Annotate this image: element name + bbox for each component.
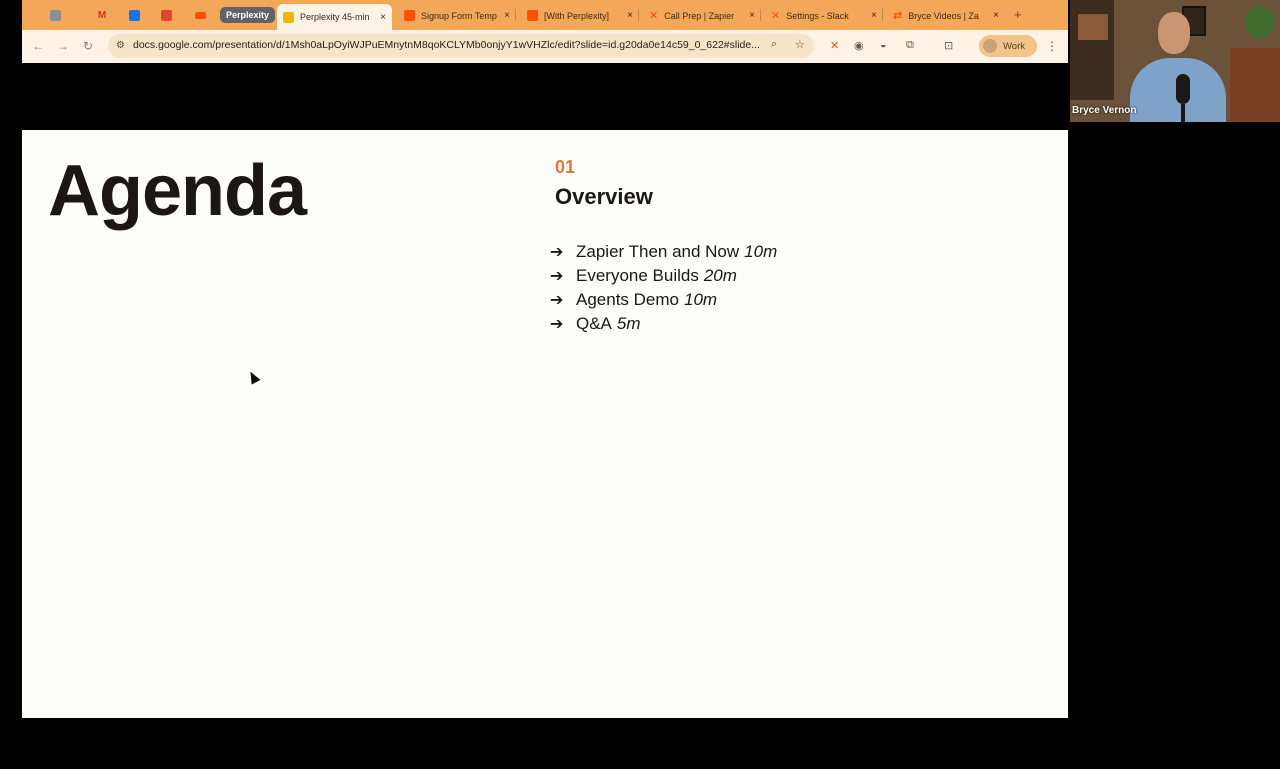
webcam-person-head <box>1158 12 1190 54</box>
zapier-interfaces-icon <box>404 10 415 21</box>
zapier-x-icon: ✕ <box>771 10 781 22</box>
close-tab-icon[interactable]: × <box>504 10 510 21</box>
tab-call-prep[interactable]: ✕ Call Prep | Zapier × <box>649 6 755 25</box>
tab-label: Bryce Videos | Za <box>908 10 979 21</box>
microphone-stand <box>1181 104 1185 122</box>
tab-search-icon[interactable]: ⊡ <box>944 39 953 52</box>
agenda-item-duration: 10m <box>744 242 778 261</box>
tab-separator <box>760 9 761 21</box>
browser-window: M Perplexity Perplexity 45-min × Signup … <box>22 0 1068 63</box>
zapier-icon <box>194 12 206 19</box>
agenda-item-label: Q&A <box>576 314 612 333</box>
slides-icon <box>283 11 294 23</box>
profile-label: Work <box>1003 40 1025 52</box>
tab-strip: M Perplexity Perplexity 45-min × Signup … <box>22 0 1068 30</box>
participant-name: Bryce Vernon <box>1072 105 1137 116</box>
agenda-list: ➔ Zapier Then and Now 10m ➔ Everyone Bui… <box>550 240 777 336</box>
section-number: 01 <box>555 157 576 177</box>
tab-label: Settings - Slack <box>786 10 849 21</box>
agenda-item: ➔ Q&A 5m <box>550 312 777 336</box>
agenda-item-duration: 20m <box>703 266 737 285</box>
tab-signup-form[interactable]: Signup Form Temp × <box>404 6 510 25</box>
extension-icon[interactable]: ◒ <box>880 39 887 51</box>
agenda-item-label: Zapier Then and Now <box>576 242 740 261</box>
close-tab-icon[interactable]: × <box>380 12 386 23</box>
zapier-extension-icon[interactable]: ✕ <box>830 39 839 52</box>
webcam-plant <box>1245 6 1275 38</box>
section-title: Overview <box>555 184 653 209</box>
tab-pinned-dashboard[interactable] <box>46 6 70 25</box>
site-settings-icon[interactable]: ⚙ <box>116 40 125 51</box>
slide-title: Agenda <box>48 151 307 231</box>
tab-group-perplexity[interactable]: Perplexity <box>220 7 276 23</box>
reload-icon[interactable]: ↻ <box>80 39 96 53</box>
zapier-flow-icon: ⇄ <box>893 10 903 22</box>
extensions-puzzle-icon[interactable]: ⧉ <box>906 39 914 52</box>
tab-settings-slack[interactable]: ✕ Settings - Slack × <box>771 6 877 25</box>
zoom-icon[interactable]: ⌕ <box>771 38 777 51</box>
url-text[interactable]: docs.google.com/presentation/d/1Msh0aLpO… <box>133 39 763 51</box>
tab-pinned-todoist[interactable] <box>154 6 178 25</box>
webcam-cabinet <box>1230 48 1280 122</box>
agenda-item: ➔ Zapier Then and Now 10m <box>550 240 777 264</box>
agenda-item-duration: 10m <box>684 290 718 309</box>
webcam-books <box>1078 14 1108 40</box>
close-tab-icon[interactable]: × <box>871 10 877 21</box>
webcam-video-tile: Bryce Vernon <box>1070 0 1280 122</box>
new-tab-button[interactable]: + <box>1014 7 1022 22</box>
tab-label: Perplexity 45-min <box>300 12 370 22</box>
close-tab-icon[interactable]: × <box>993 10 999 21</box>
tab-separator <box>882 9 883 21</box>
presentation-slide: Agenda 01 Overview ➔ Zapier Then and Now… <box>22 130 1068 718</box>
agenda-item-label: Agents Demo <box>576 290 679 309</box>
arrow-right-icon: ➔ <box>550 268 564 285</box>
kebab-menu-icon[interactable]: ⋮ <box>1046 39 1058 53</box>
forward-icon[interactable]: → <box>55 39 71 53</box>
gmail-icon: M <box>97 10 107 21</box>
bookmark-star-icon[interactable]: ☆ <box>795 38 805 51</box>
tab-pinned-calendar[interactable] <box>122 6 146 25</box>
profile-button[interactable]: Work <box>979 35 1037 57</box>
screen: M Perplexity Perplexity 45-min × Signup … <box>0 0 1280 769</box>
address-bar[interactable]: ⚙ docs.google.com/presentation/d/1Msh0aL… <box>108 34 814 58</box>
arrow-right-icon: ➔ <box>550 316 564 333</box>
close-tab-icon[interactable]: × <box>749 10 755 21</box>
agenda-item: ➔ Everyone Builds 20m <box>550 264 777 288</box>
tab-label: Signup Form Temp <box>421 10 497 21</box>
tab-slides-active[interactable]: Perplexity 45-min × <box>277 4 392 30</box>
tab-separator <box>638 9 639 21</box>
zapier-x-icon: ✕ <box>649 10 659 22</box>
microphone-icon <box>1176 74 1190 104</box>
agenda-item-duration: 5m <box>616 314 641 333</box>
agenda-item-label: Everyone Builds <box>576 266 699 285</box>
tab-bryce-videos[interactable]: ⇄ Bryce Videos | Za × <box>893 6 999 25</box>
tab-pinned-zapier[interactable] <box>188 6 212 25</box>
calendar-icon <box>128 10 140 21</box>
tab-label: Call Prep | Zapier <box>664 10 735 21</box>
dashboard-icon <box>49 10 61 21</box>
back-icon[interactable]: ← <box>30 39 46 53</box>
arrow-right-icon: ➔ <box>550 292 564 309</box>
zapier-interfaces-icon <box>527 10 538 21</box>
tab-pinned-gmail[interactable]: M <box>90 6 114 25</box>
arrow-right-icon: ➔ <box>550 244 564 261</box>
browser-toolbar: ← → ↻ ⚙ docs.google.com/presentation/d/1… <box>22 30 1068 63</box>
agenda-item: ➔ Agents Demo 10m <box>550 288 777 312</box>
close-tab-icon[interactable]: × <box>627 10 633 21</box>
todoist-icon <box>160 10 172 21</box>
tab-label: [With Perplexity] <box>544 10 610 21</box>
extension-icon[interactable]: ◉ <box>854 39 864 52</box>
tab-separator <box>515 9 516 21</box>
avatar <box>983 39 997 53</box>
tab-with-perplexity[interactable]: [With Perplexity] × <box>527 6 633 25</box>
